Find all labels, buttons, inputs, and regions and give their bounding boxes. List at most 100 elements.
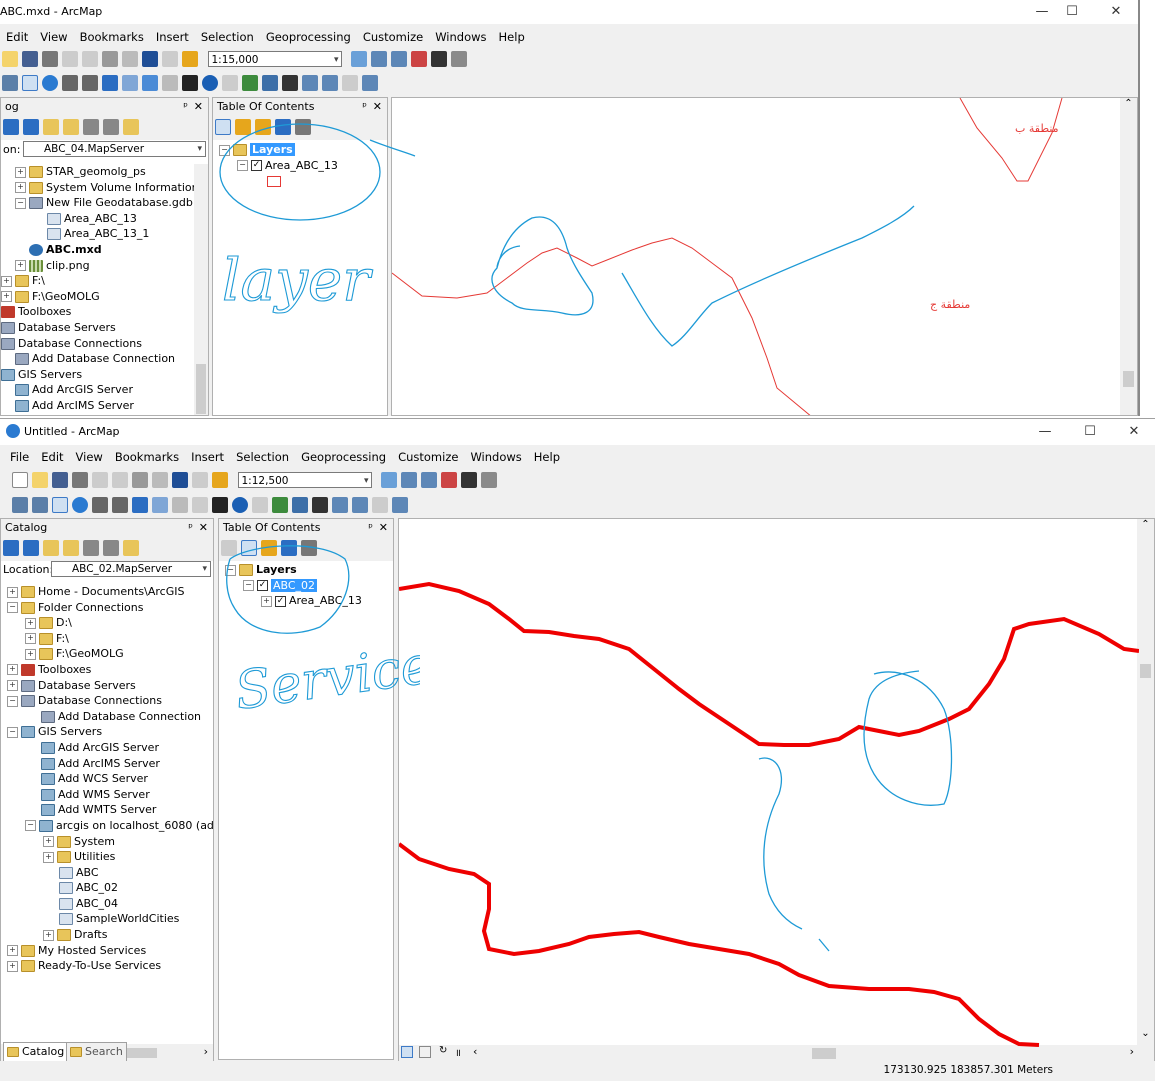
menu-view[interactable]: View bbox=[34, 28, 73, 46]
connect-folder-icon[interactable] bbox=[83, 119, 99, 135]
html-popup-icon[interactable] bbox=[242, 75, 258, 91]
menu-insert[interactable]: Insert bbox=[185, 448, 230, 466]
select-elements-icon[interactable] bbox=[182, 75, 198, 91]
fixed-zoom-out-icon[interactable] bbox=[82, 75, 98, 91]
view-options-icon[interactable] bbox=[103, 540, 119, 556]
map-vertical-scrollbar[interactable]: ⌃ bbox=[1120, 98, 1137, 415]
menu-insert[interactable]: Insert bbox=[150, 28, 195, 46]
map-view[interactable]: ⌃ منطقة ب منطقة ج bbox=[391, 97, 1138, 416]
map-scale-box[interactable]: 1:12,500 ▾ bbox=[237, 472, 372, 488]
tab-search[interactable]: Search bbox=[66, 1042, 127, 1062]
identify-icon[interactable] bbox=[232, 497, 248, 513]
undo-icon[interactable] bbox=[172, 472, 188, 488]
map-view[interactable]: ⌃ ⌄ ↻ ॥ ‹ › bbox=[398, 518, 1155, 1063]
close-icon[interactable]: ✕ bbox=[379, 519, 388, 537]
catalog-window-icon[interactable] bbox=[391, 51, 407, 67]
select-features-icon[interactable] bbox=[142, 75, 158, 91]
save-icon[interactable] bbox=[52, 472, 68, 488]
search-window-icon[interactable] bbox=[411, 51, 427, 67]
open-icon[interactable] bbox=[2, 51, 18, 67]
catalog-scrollbar[interactable] bbox=[194, 164, 208, 415]
new-folder-icon[interactable] bbox=[123, 119, 139, 135]
create-viewer-icon[interactable] bbox=[392, 497, 408, 513]
copy-icon[interactable] bbox=[82, 51, 98, 67]
fixed-zoom-in-icon[interactable] bbox=[92, 497, 108, 513]
tree-item[interactable]: − New File Geodatabase.gdb bbox=[1, 195, 208, 211]
close-icon[interactable]: ✕ bbox=[199, 519, 208, 537]
add-data-icon[interactable] bbox=[212, 472, 228, 488]
scroll-thumb[interactable] bbox=[1123, 371, 1134, 387]
menu-selection[interactable]: Selection bbox=[230, 448, 295, 466]
search-window-icon[interactable] bbox=[441, 472, 457, 488]
find-icon[interactable] bbox=[312, 497, 328, 513]
model-builder-icon[interactable] bbox=[451, 51, 467, 67]
add-data-icon[interactable] bbox=[182, 51, 198, 67]
tree-item[interactable]: + System Volume Information bbox=[1, 180, 208, 196]
home-icon[interactable] bbox=[63, 540, 79, 556]
menu-edit[interactable]: Edit bbox=[35, 448, 69, 466]
tree-item[interactable]: Add ArcIMS Server bbox=[1, 398, 208, 414]
goto-xy-icon[interactable] bbox=[322, 75, 338, 91]
zoom-in-icon[interactable] bbox=[12, 497, 28, 513]
print-icon[interactable] bbox=[72, 472, 88, 488]
zoom-out-icon[interactable] bbox=[32, 497, 48, 513]
tree-item[interactable]: ABC.mxd bbox=[1, 242, 208, 258]
tree-item[interactable]: Add WMTS Server bbox=[1, 802, 213, 818]
toc-window-icon[interactable] bbox=[401, 472, 417, 488]
close-button[interactable]: ✕ bbox=[1096, 2, 1136, 22]
time-slider-icon[interactable] bbox=[342, 75, 358, 91]
undo-icon[interactable] bbox=[142, 51, 158, 67]
pause-drawing-icon[interactable]: ॥ bbox=[455, 1045, 461, 1059]
tree-item[interactable]: + F:\GeoMOLG bbox=[1, 289, 208, 305]
data-view-icon[interactable] bbox=[401, 1046, 413, 1058]
tree-item[interactable]: Toolboxes bbox=[1, 304, 208, 320]
redo-icon[interactable] bbox=[192, 472, 208, 488]
hyperlink-icon[interactable] bbox=[252, 497, 268, 513]
back-icon[interactable] bbox=[3, 540, 19, 556]
tree-item[interactable]: Area_ABC_13 bbox=[1, 211, 208, 227]
delete-icon[interactable] bbox=[122, 51, 138, 67]
back-icon[interactable] bbox=[132, 497, 148, 513]
print-icon[interactable] bbox=[42, 51, 58, 67]
editor-icon[interactable] bbox=[381, 472, 397, 488]
tree-item[interactable]: − arcgis on localhost_6080 (admi bbox=[1, 818, 213, 834]
menu-customize[interactable]: Customize bbox=[392, 448, 464, 466]
pin-icon[interactable]: ᵖ bbox=[362, 98, 367, 116]
arctoolbox-icon[interactable] bbox=[431, 51, 447, 67]
tree-item[interactable]: + Drafts bbox=[1, 927, 213, 943]
zoom-out-icon[interactable] bbox=[2, 75, 18, 91]
identify-icon[interactable] bbox=[202, 75, 218, 91]
tree-item[interactable]: ABC_02 bbox=[1, 880, 213, 896]
time-slider-icon[interactable] bbox=[372, 497, 388, 513]
pin-icon[interactable]: ᵖ bbox=[368, 519, 373, 537]
save-icon[interactable] bbox=[22, 51, 38, 67]
tree-item[interactable]: GIS Servers bbox=[1, 367, 208, 383]
menu-file[interactable]: File bbox=[0, 448, 35, 466]
menu-view[interactable]: View bbox=[70, 448, 109, 466]
scroll-thumb[interactable] bbox=[196, 364, 206, 414]
find-icon[interactable] bbox=[282, 75, 298, 91]
menu-windows[interactable]: Windows bbox=[464, 448, 527, 466]
measure-icon[interactable] bbox=[262, 75, 278, 91]
create-viewer-icon[interactable] bbox=[362, 75, 378, 91]
pin-icon[interactable]: ᵖ bbox=[188, 519, 193, 537]
tree-item[interactable]: + F:\ bbox=[1, 631, 213, 647]
tree-item[interactable]: Add Database Connection bbox=[1, 709, 213, 725]
forward-icon[interactable] bbox=[152, 497, 168, 513]
tree-item[interactable]: + Toolboxes bbox=[1, 662, 213, 678]
tree-item[interactable]: Area_ABC_13_1 bbox=[1, 226, 208, 242]
forward-icon[interactable] bbox=[23, 540, 39, 556]
tree-item[interactable]: Database Servers bbox=[1, 320, 208, 336]
cut-icon[interactable] bbox=[62, 51, 78, 67]
goto-xy-icon[interactable] bbox=[352, 497, 368, 513]
tree-item[interactable]: + Database Servers bbox=[1, 678, 213, 694]
tree-item[interactable]: + Home - Documents\ArcGIS bbox=[1, 584, 213, 600]
delete-icon[interactable] bbox=[152, 472, 168, 488]
catalog-window-icon[interactable] bbox=[421, 472, 437, 488]
tree-item[interactable]: Add ArcGIS Server bbox=[1, 740, 213, 756]
tree-item[interactable]: ABC bbox=[1, 865, 213, 881]
find-route-icon[interactable] bbox=[302, 75, 318, 91]
forward-icon[interactable] bbox=[122, 75, 138, 91]
editor-icon[interactable] bbox=[351, 51, 367, 67]
tree-item[interactable]: + Utilities bbox=[1, 849, 213, 865]
